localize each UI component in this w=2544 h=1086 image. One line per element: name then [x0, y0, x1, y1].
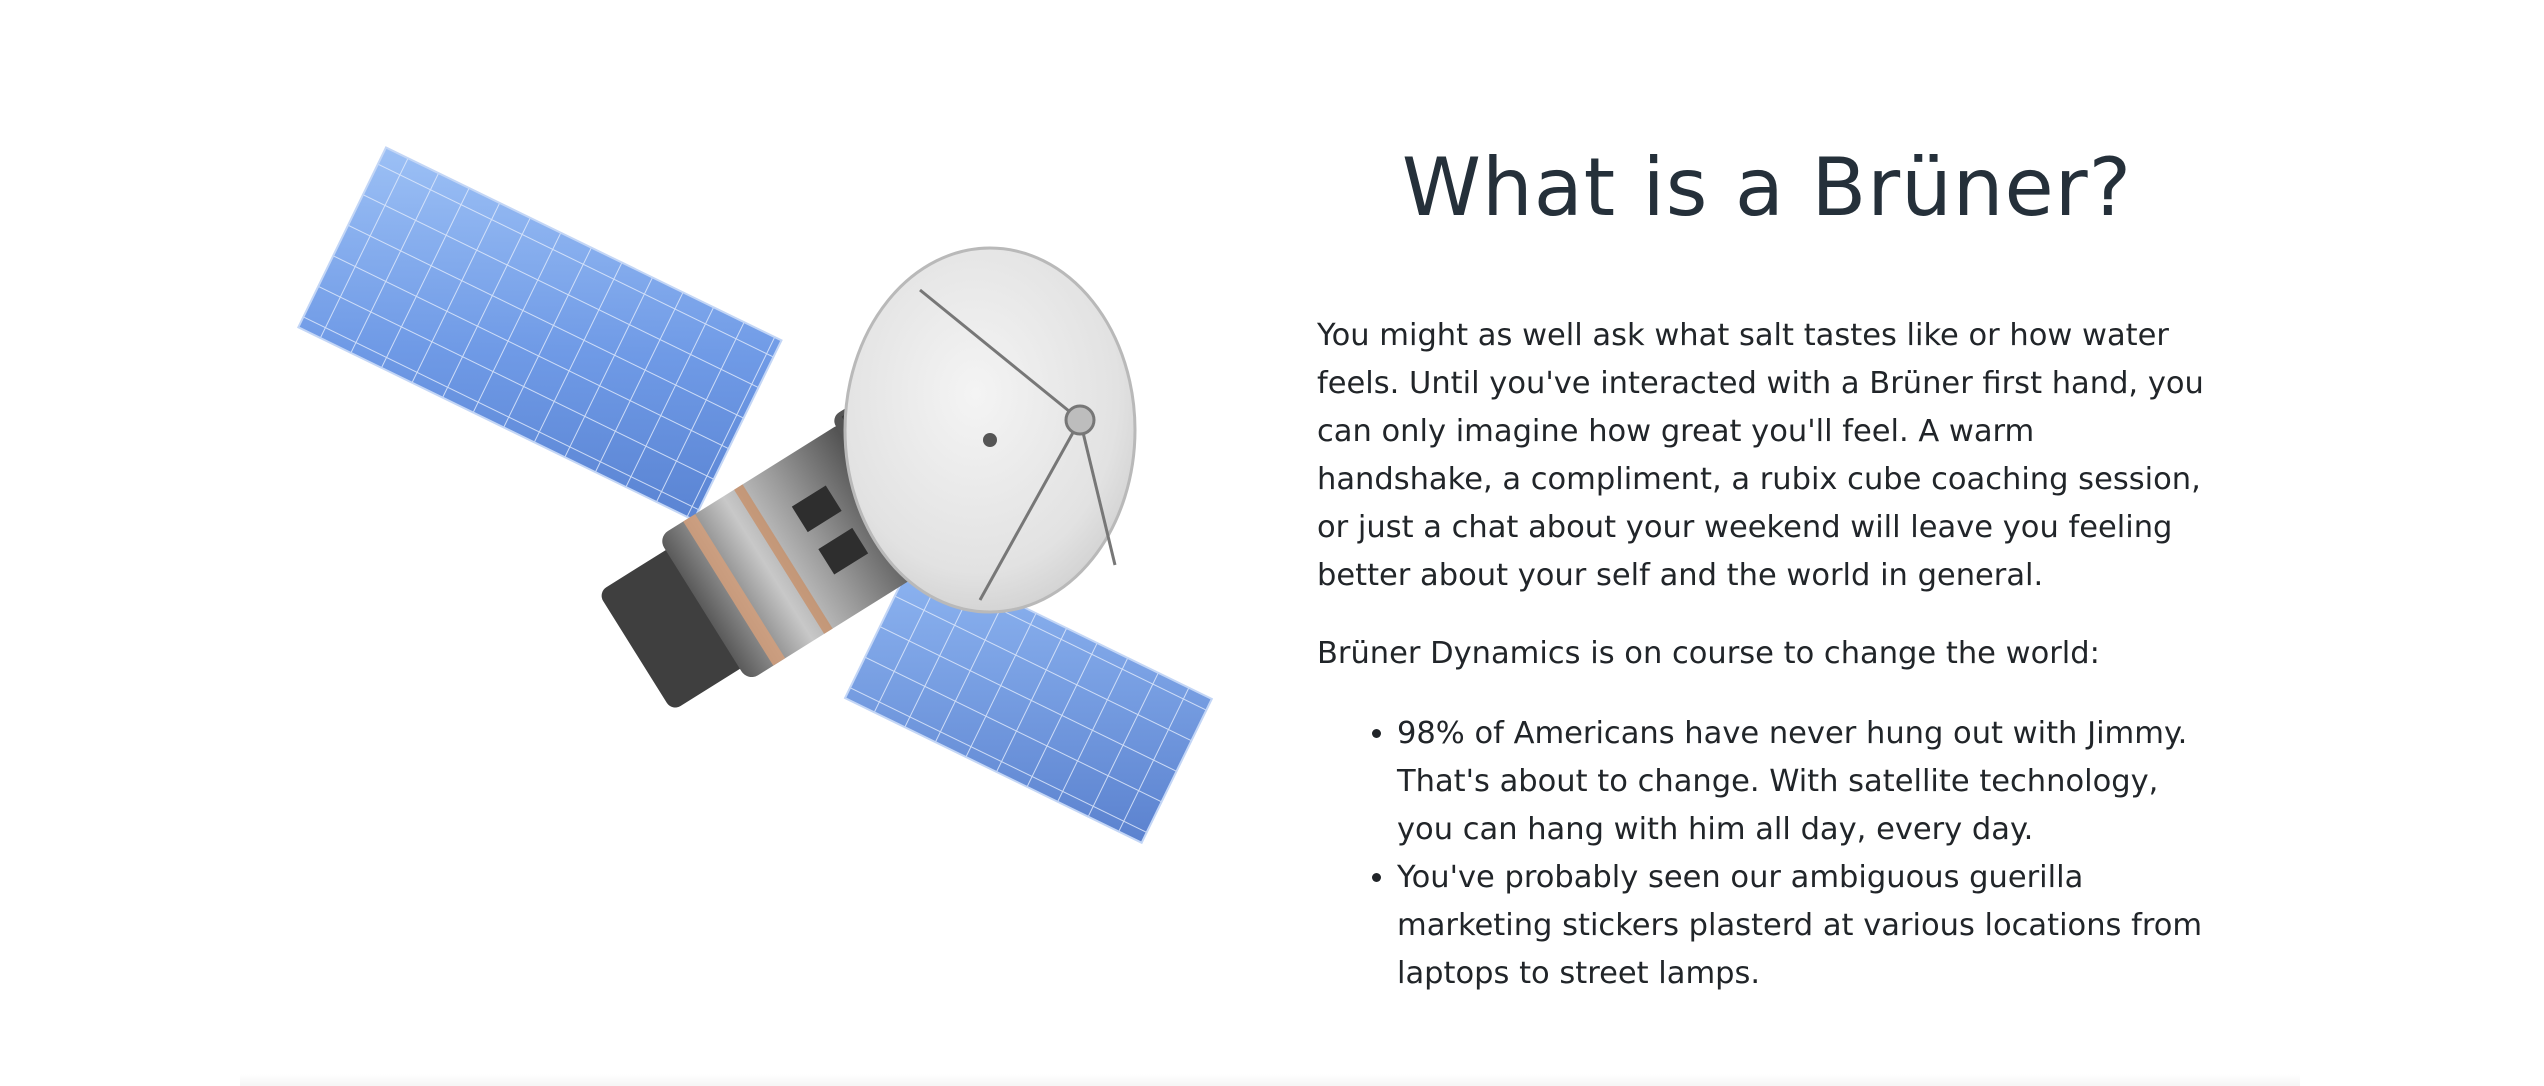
list-item: You've probably seen our ambiguous gueri… — [1397, 854, 2217, 998]
mission-paragraph: Brüner Dynamics is on course to change t… — [1317, 636, 2100, 671]
list-item: 98% of Americans have never hung out wit… — [1397, 710, 2217, 854]
about-section: What is a Brüner? You might as well ask … — [0, 0, 2544, 1086]
satellite-image — [270, 130, 1230, 880]
satellite-icon — [296, 146, 1214, 845]
section-title: What is a Brüner? — [1401, 141, 2133, 234]
mission-list: 98% of Americans have never hung out wit… — [1317, 710, 2217, 998]
intro-paragraph: You might as well ask what salt tastes l… — [1317, 318, 2204, 593]
section-divider — [240, 1074, 2300, 1086]
about-text: What is a Brüner? You might as well ask … — [1317, 140, 2217, 998]
